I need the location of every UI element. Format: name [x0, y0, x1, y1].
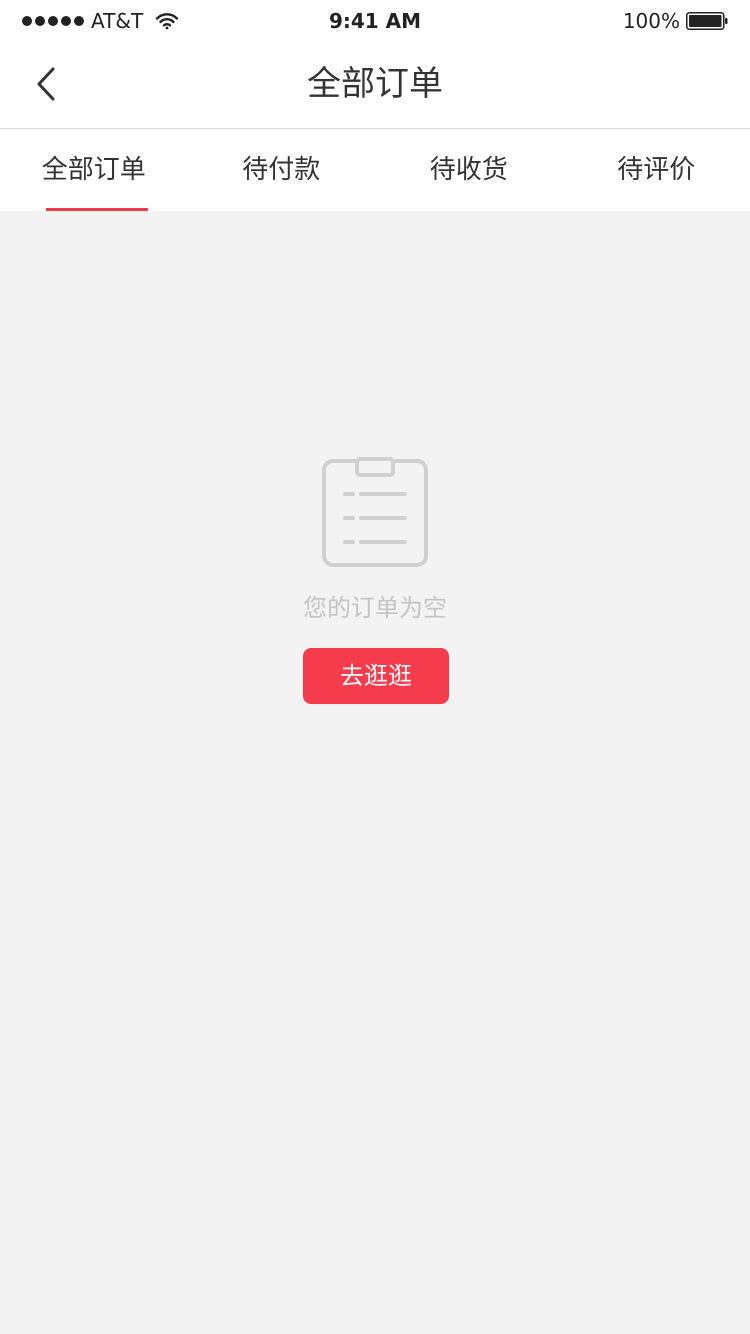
- tab-label: 待收货: [429, 155, 508, 185]
- go-shopping-button[interactable]: 去逛逛: [303, 648, 449, 704]
- tab-label: 待付款: [242, 155, 321, 185]
- page-title: 全部订单: [307, 64, 443, 104]
- navigation-bar: 全部订单: [0, 40, 750, 129]
- tab-pending-payment[interactable]: 待付款: [188, 129, 376, 211]
- empty-state: 您的订单为空 去逛逛: [0, 211, 750, 1334]
- clipboard-list-icon: [322, 457, 428, 567]
- battery-percentage: 100%: [622, 9, 680, 33]
- status-right: 100%: [623, 8, 728, 34]
- tab-all-orders[interactable]: 全部订单: [0, 129, 188, 211]
- order-tabs: 全部订单 待付款 待收货 待评价: [0, 129, 750, 211]
- tab-pending-receipt[interactable]: 待收货: [375, 129, 563, 211]
- battery-icon: [686, 12, 728, 30]
- empty-message: 您的订单为空: [303, 594, 447, 622]
- tab-pending-review[interactable]: 待评价: [563, 129, 750, 211]
- tab-label: 全部订单: [41, 155, 146, 185]
- tab-label: 待评价: [617, 155, 696, 185]
- status-bar: AT&T 9:41 AM 100%: [0, 0, 750, 40]
